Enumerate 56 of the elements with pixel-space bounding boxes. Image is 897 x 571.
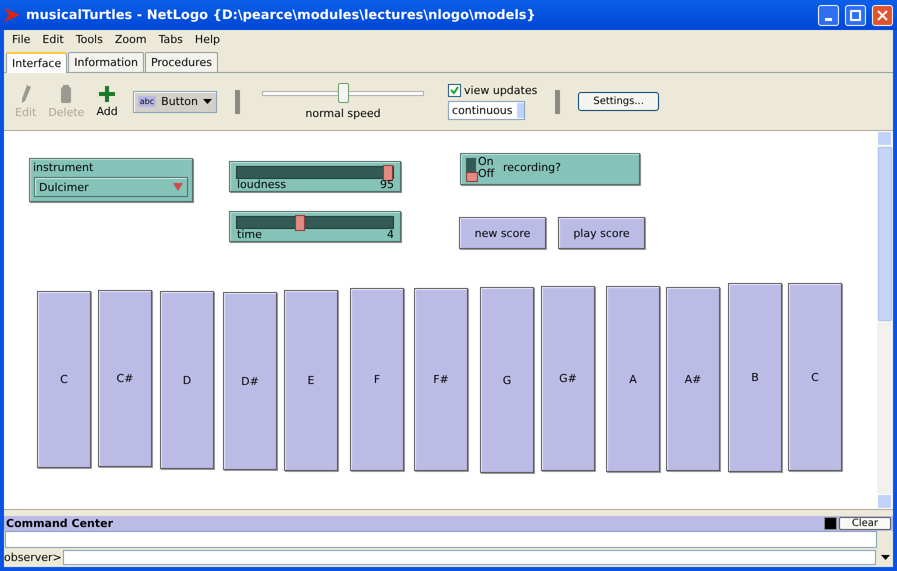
- tab[interactable]: Procedures: [144, 52, 218, 72]
- plus-icon: [99, 86, 116, 102]
- close-button[interactable]: [872, 4, 893, 26]
- pencil-icon: [20, 84, 31, 102]
- caret-icon: [173, 183, 183, 191]
- toolbar-button[interactable]: Add: [93, 86, 121, 118]
- note-key-button[interactable]: A: [606, 286, 660, 472]
- note-key-button[interactable]: F#: [414, 288, 468, 471]
- note-key-button[interactable]: F: [350, 288, 404, 471]
- menu-item[interactable]: Edit: [36, 32, 70, 46]
- tab[interactable]: Interface: [6, 52, 68, 73]
- score-button[interactable]: play score: [558, 217, 645, 249]
- toolbar-separator: [235, 90, 240, 114]
- scrollbar[interactable]: [877, 131, 893, 509]
- widget-type-icon: abc: [138, 96, 156, 107]
- caret-icon: [880, 554, 890, 560]
- window-title: musicalTurtles - NetLogo {D:\pearce\modules\lectures\nlogo\models}: [26, 8, 537, 22]
- menu-item[interactable]: Tools: [70, 32, 109, 46]
- note-key-button[interactable]: G#: [541, 286, 595, 471]
- note-key-button[interactable]: D: [160, 291, 214, 469]
- maximize-button[interactable]: [845, 4, 866, 26]
- speed-label: normal speed: [305, 107, 381, 120]
- observer-prompt: observer>: [4, 550, 62, 564]
- note-key-button[interactable]: G: [480, 287, 534, 473]
- netlogo-logo-icon: [4, 8, 20, 22]
- toolbar-separator: [555, 90, 560, 114]
- note-key-button[interactable]: C#: [98, 290, 152, 467]
- note-key-button[interactable]: D#: [223, 292, 277, 470]
- command-input[interactable]: [62, 550, 876, 564]
- clear-button[interactable]: Clear: [838, 517, 891, 530]
- slider[interactable]: time 4: [229, 211, 401, 242]
- note-key-button[interactable]: E: [284, 290, 338, 471]
- instrument-chooser[interactable]: instrument Dulcimer: [29, 158, 193, 202]
- maximize-icon: [850, 10, 861, 20]
- note-key-button[interactable]: B: [728, 283, 782, 472]
- caret-icon: [203, 99, 212, 104]
- trash-icon: [60, 84, 72, 102]
- minimize-button[interactable]: [818, 4, 839, 26]
- menu-item[interactable]: Help: [188, 32, 226, 46]
- note-key-button[interactable]: C: [788, 283, 842, 471]
- tab[interactable]: Information: [68, 52, 144, 72]
- note-key-button[interactable]: C: [37, 291, 91, 468]
- settings-button[interactable]: Settings...: [578, 92, 659, 111]
- menu-item[interactable]: File: [6, 32, 36, 46]
- close-icon: [877, 10, 888, 20]
- minimize-icon: [825, 18, 832, 20]
- menu-item[interactable]: Tabs: [152, 32, 189, 46]
- checkbox-label: view updates: [464, 84, 538, 96]
- menu-item[interactable]: Zoom: [108, 32, 153, 46]
- view-updates-checkbox[interactable]: [448, 84, 462, 96]
- update-mode-dropdown[interactable]: continuous: [448, 100, 526, 120]
- note-key-button[interactable]: A#: [666, 287, 720, 471]
- slider[interactable]: loudness 95: [229, 161, 401, 192]
- score-button[interactable]: new score: [459, 217, 546, 249]
- command-center-title: Command Center: [6, 517, 114, 530]
- widget-type-dropdown[interactable]: abc Button: [132, 90, 218, 112]
